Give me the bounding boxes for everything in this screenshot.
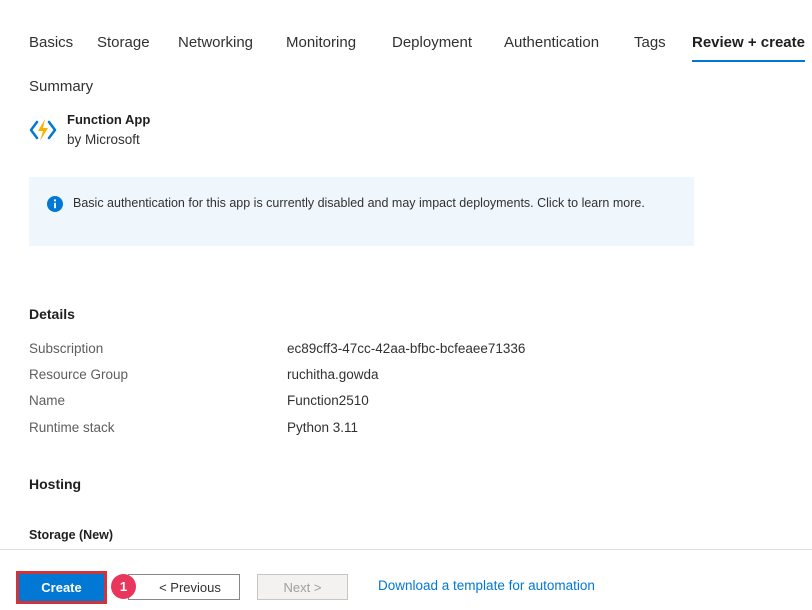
download-template-link[interactable]: Download a template for automation [378, 578, 595, 593]
create-button[interactable]: Create [16, 571, 107, 604]
info-icon [47, 196, 63, 212]
details-title: Details [29, 306, 75, 322]
detail-label-subscription: Subscription [29, 341, 104, 356]
info-banner-text: Basic authentication for this app is cur… [73, 196, 645, 210]
azure-functions-icon [29, 119, 57, 141]
detail-label-name: Name [29, 393, 66, 408]
tab-basics[interactable]: Basics [29, 34, 73, 62]
info-banner[interactable]: Basic authentication for this app is cur… [29, 177, 694, 246]
hosting-title: Hosting [29, 476, 82, 492]
tab-review-create[interactable]: Review + create [692, 34, 805, 62]
detail-value-resource-group: ruchitha.gowda [287, 367, 379, 382]
app-name: Function App [67, 112, 151, 127]
detail-value-runtime-stack: Python 3.11 [287, 420, 359, 435]
summary-title: Summary [29, 78, 94, 95]
tab-authentication[interactable]: Authentication [504, 34, 599, 62]
footer-bar: Create < Previous 1 Next > Download a te… [0, 549, 812, 610]
detail-value-name: Function2510 [287, 393, 369, 408]
detail-label-runtime-stack: Runtime stack [29, 420, 115, 435]
tab-networking[interactable]: Networking [178, 34, 253, 62]
detail-label-resource-group: Resource Group [29, 367, 129, 382]
storage-title: Storage (New) [29, 528, 114, 542]
step-badge: 1 [111, 574, 136, 599]
tab-monitoring[interactable]: Monitoring [286, 34, 356, 62]
tab-tags[interactable]: Tags [634, 34, 666, 62]
tab-deployment[interactable]: Deployment [392, 34, 472, 62]
detail-value-subscription: ec89cff3-47cc-42aa-bfbc-bcfeaee71336 [287, 341, 526, 356]
previous-button[interactable]: < Previous [128, 574, 240, 600]
tab-storage[interactable]: Storage [97, 34, 150, 62]
app-publisher: by Microsoft [67, 132, 140, 147]
next-button[interactable]: Next > [257, 574, 348, 600]
